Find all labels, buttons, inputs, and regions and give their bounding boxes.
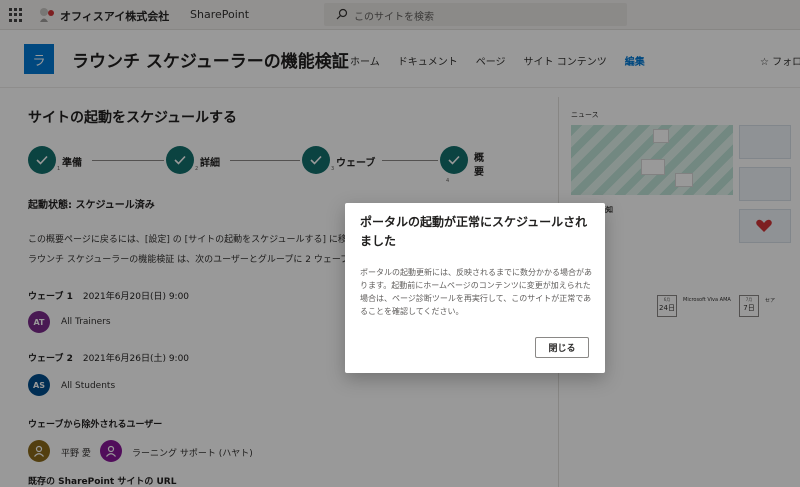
close-button[interactable]: 閉じる [535, 337, 589, 358]
success-dialog: ポータルの起動が正常にスケジュールされました ポータルの起動更新には、反映される… [345, 203, 605, 373]
dialog-title: ポータルの起動が正常にスケジュールされました [360, 215, 588, 248]
dialog-body: ポータルの起動更新には、反映されるまでに数分かかる場合があります。起動前にホーム… [360, 268, 592, 316]
